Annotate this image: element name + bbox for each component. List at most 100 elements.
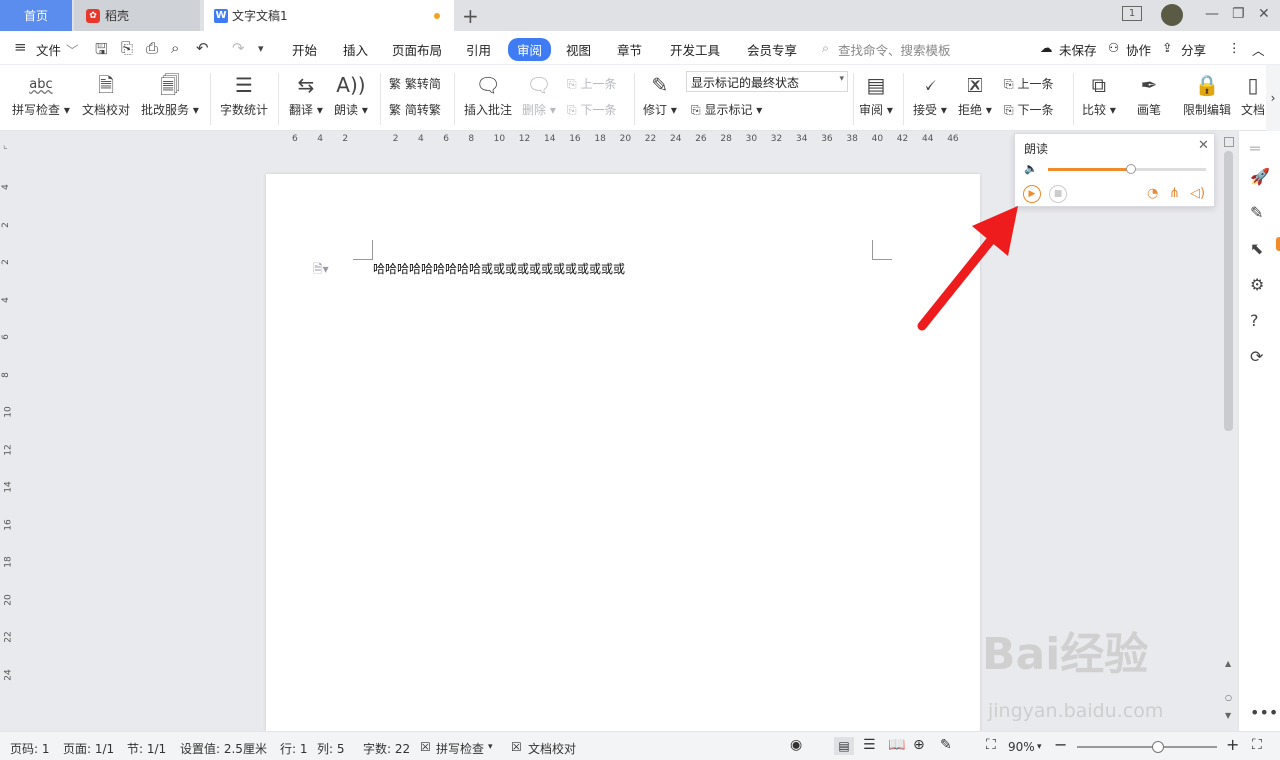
read-aloud-button[interactable]: A)) 朗读 ▾ [334,69,368,118]
menu-review[interactable]: 审阅 [508,38,552,61]
translate-button[interactable]: ⇆ 翻译 ▾ [289,69,323,118]
reject-button[interactable]: 🗷 拒绝 ▾ [958,69,992,118]
menu-start[interactable]: 开始 [292,40,317,59]
reading-view-icon[interactable]: 📖 [888,737,905,753]
trad-to-simp-button[interactable]: 繁 繁转简 [389,75,441,92]
compare-button[interactable]: ⧉ 比较 ▾ [1082,69,1116,118]
pencil-icon[interactable]: ✎ [1250,203,1263,222]
menu-devtools[interactable]: 开发工具 [670,40,720,59]
zoom-in-button[interactable]: + [1226,735,1239,754]
ribbon-scroll-right-icon[interactable]: › [1266,65,1280,131]
close-icon[interactable]: ✕ [1198,138,1209,153]
paragraph-menu-icon[interactable]: 🗎▾ [313,260,329,281]
more-horizontal-icon[interactable]: ••• [1250,703,1278,722]
split-view-icon[interactable] [1224,137,1234,147]
status-spellcheck[interactable]: 拼写检查 [436,740,484,757]
accept-button[interactable]: 🗸 接受 ▾ [913,69,947,118]
page-view-icon[interactable]: ▤ [834,737,854,755]
tab-home[interactable]: 首页 [0,0,72,31]
print-icon[interactable]: ⎙ [146,39,158,57]
redo-icon[interactable]: ↷ [232,39,245,57]
pointer-icon[interactable]: ⬉ [1250,239,1263,258]
vertical-scrollbar[interactable]: ▲ ○ ▼ [1222,131,1236,731]
sliders-icon[interactable]: ⚙ [1250,275,1264,294]
eye-protect-icon[interactable]: ◉ [790,737,802,753]
restrict-edit-button[interactable]: 🔒 限制编辑 [1183,69,1231,118]
wordcount-button[interactable]: ☰ 字数统计 [220,69,268,118]
status-page-code[interactable]: 页码: 1 [10,740,50,757]
status-setting[interactable]: 设置值: 2.5厘米 [180,740,267,757]
rocket-icon[interactable]: 🚀 [1250,167,1270,186]
unsaved-button[interactable]: 未保存 [1059,40,1097,59]
chevron-down-icon[interactable]: ▾ [1037,742,1042,752]
chevron-down-icon[interactable]: ﹀ [66,40,79,59]
collapse-ribbon-icon[interactable]: ︿ [1252,40,1265,59]
help-icon[interactable]: ? [1250,311,1259,330]
outline-view-icon[interactable]: ☰ [863,737,876,753]
tab-document[interactable]: W 文字文稿1 [204,0,454,31]
stop-button[interactable]: ■ [1049,185,1067,203]
volume-slider[interactable] [1048,164,1206,174]
minimize-icon[interactable]: — [1205,6,1219,22]
status-row[interactable]: 行: 1 [280,740,308,757]
voice-icon[interactable]: ◁) [1190,186,1205,201]
correction-service-button[interactable]: 🗐 批改服务 ▾ [141,69,199,118]
select-browse-icon[interactable]: ○ [1225,693,1232,702]
next-change-button[interactable]: ⎘ 下一条 [1004,101,1053,118]
scroll-up-icon[interactable]: ▲ [1225,659,1231,668]
menu-layout[interactable]: 页面布局 [392,40,442,59]
menu-reference[interactable]: 引用 [466,40,491,59]
menu-file[interactable]: 文件 [36,40,61,59]
undo-icon[interactable]: ↶ [196,39,209,57]
tab-daoke[interactable]: ✿ 稻壳 [74,0,200,31]
horizontal-ruler[interactable]: 6 4 2 2 4 6 8 10 12 14 16 18 20 22 24 26 28 30 32 34 36 38 40 4… [266,131,980,149]
zoom-slider-handle[interactable] [1152,741,1165,753]
hamburger-icon[interactable]: ≡ [14,38,27,56]
zoom-level[interactable]: 90% [1008,740,1035,754]
menu-chapter[interactable]: 章节 [617,40,642,59]
web-view-icon[interactable]: ⊕ [913,737,925,753]
avatar[interactable] [1161,4,1183,26]
restore-icon[interactable]: ❐ [1232,6,1245,22]
delete-comment-button[interactable]: 🗨 删除 ▾ [522,69,556,118]
insert-comment-button[interactable]: 🗨 插入批注 [464,69,512,118]
write-mode-icon[interactable]: ✎ [940,737,952,753]
revise-button[interactable]: ✎ 修订 ▾ [643,69,677,118]
vertical-ruler[interactable]: 4 2 2 4 6 8 10 12 14 16 18 20 22 24 [0,150,16,730]
review-pane-button[interactable]: ▤ 审阅 ▾ [859,69,893,118]
fit-page-icon[interactable]: ⛶ [986,737,996,753]
command-search-input[interactable]: 查找命令、搜索模板 [838,40,951,59]
workspace-icon[interactable]: 1 [1122,6,1142,21]
menu-view[interactable]: 视图 [566,40,591,59]
share-button[interactable]: 分享 [1181,40,1206,59]
status-proof[interactable]: 文档校对 [528,740,576,757]
spellcheck-button[interactable]: abc 拼写检查 ▾ [12,69,70,118]
status-section[interactable]: 节: 1/1 [127,740,166,757]
markup-state-select[interactable]: 显示标记的最终状态 ▾ [686,71,848,92]
zoom-out-button[interactable]: − [1054,735,1067,754]
scrollbar-thumb[interactable] [1224,151,1233,431]
more-vertical-icon[interactable]: ⋮ [1228,40,1241,55]
tone-icon[interactable]: ⋔ [1169,186,1180,201]
print-preview-icon[interactable]: ⌕ [171,39,179,57]
status-words[interactable]: 字数: 22 [363,740,410,757]
backup-icon[interactable]: ⟳ [1250,347,1263,366]
collab-button[interactable]: 协作 [1126,40,1151,59]
status-col[interactable]: 列: 5 [317,740,345,757]
doc-more-button[interactable]: ▯ 文档 [1241,69,1265,118]
chevron-down-icon[interactable]: ▾ [488,742,493,752]
menu-insert[interactable]: 插入 [343,40,368,59]
pen-button[interactable]: ✒ 画笔 [1137,69,1161,118]
next-comment-button[interactable]: ⎘ 下一条 [567,101,616,118]
scroll-down-icon[interactable]: ▼ [1225,711,1231,720]
show-markup-button[interactable]: ⎘ 显示标记 ▾ [691,101,762,118]
volume-slider-handle[interactable] [1125,164,1136,174]
new-tab-button[interactable]: + [462,4,479,28]
prev-change-button[interactable]: ⎘ 上一条 [1004,75,1053,92]
export-icon[interactable]: ⎘ [121,39,133,57]
speed-icon[interactable]: ◔ [1147,186,1158,201]
fullscreen-icon[interactable]: ⛶ [1252,737,1262,753]
sidebar-collapse-icon[interactable]: ═ [1250,139,1260,158]
quick-access-more-icon[interactable]: ▾ [258,42,264,55]
document-page[interactable]: 🗎▾ 哈哈哈哈哈哈哈哈哈或或或或或或或或或或或或 [266,174,980,734]
